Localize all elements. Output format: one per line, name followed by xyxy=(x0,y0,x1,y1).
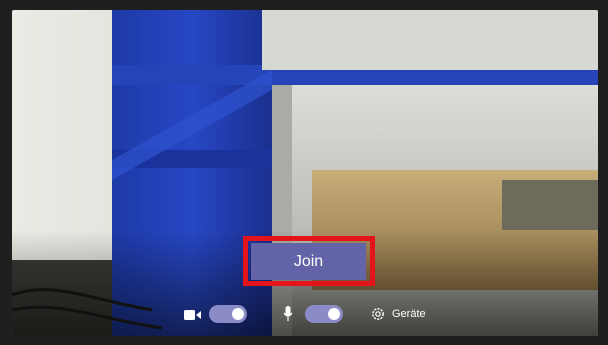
microphone-control xyxy=(283,300,343,328)
join-button[interactable]: Join xyxy=(251,243,366,280)
microphone-icon xyxy=(283,306,293,322)
meeting-prejoin-screen: Join Geräte xyxy=(0,0,608,345)
microphone-toggle[interactable] xyxy=(305,305,343,323)
devices-label: Geräte xyxy=(392,308,426,320)
camera-toggle-knob xyxy=(232,308,244,320)
camera-icon xyxy=(184,308,202,320)
camera-preview-image xyxy=(12,10,598,336)
microphone-toggle-knob xyxy=(328,308,340,320)
camera-toggle[interactable] xyxy=(209,305,247,323)
devices-button[interactable]: Geräte xyxy=(370,300,426,328)
camera-control xyxy=(184,300,247,328)
gear-icon xyxy=(370,306,386,322)
device-controls-bar: Geräte xyxy=(0,300,608,328)
camera-preview xyxy=(12,10,598,336)
